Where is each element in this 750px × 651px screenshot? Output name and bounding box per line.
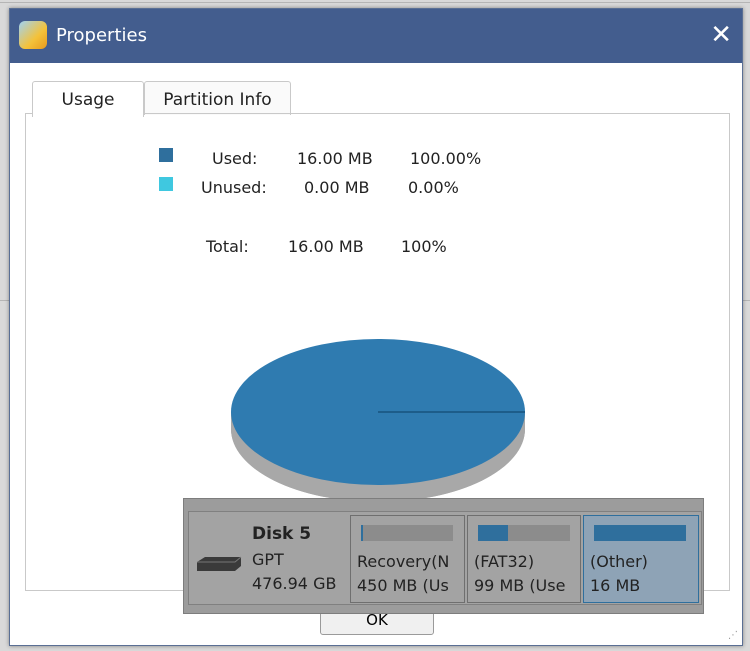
tab-partition-info[interactable]: Partition Info [144,81,291,115]
used-label: Used: [212,149,258,168]
disk-name: Disk 5 [252,524,312,544]
used-percent: 100.00% [410,149,482,168]
unused-percent: 0.00% [408,178,459,197]
partition-other[interactable]: (Other) 16 MB [583,515,699,603]
partition-name: Recovery(N [357,552,450,571]
partition-fat32[interactable]: (FAT32) 99 MB (Use [467,515,581,603]
unused-swatch [159,177,173,191]
disk-type: GPT [252,550,284,569]
close-icon[interactable]: ✕ [710,20,732,50]
partition-size: 450 MB (Us [357,576,449,595]
disk-size: 476.94 GB [252,574,337,593]
usage-bar-fill [478,525,509,541]
hard-drive-icon [197,556,242,571]
partition-name: (Other) [590,552,648,571]
background-row [0,2,750,3]
total-label: Total: [206,237,249,256]
app-icon [19,21,47,49]
unused-label: Unused: [201,178,267,197]
disk-map-overlay: Disk 5 GPT 476.94 GB Recovery(N 450 MB (… [183,498,704,614]
used-size: 16.00 MB [297,149,373,168]
tab-usage[interactable]: Usage [32,81,144,117]
total-size: 16.00 MB [288,237,364,256]
partition-name: (FAT32) [474,552,535,571]
partition-size: 16 MB [590,576,641,595]
partition-recovery[interactable]: Recovery(N 450 MB (Us [350,515,465,603]
usage-pie-chart [231,339,525,502]
usage-bar [361,525,453,541]
usage-bar [594,525,686,541]
usage-bar-fill [594,525,686,541]
title-bar: Properties ✕ [10,9,742,63]
total-percent: 100% [401,237,447,256]
usage-bar-fill [361,525,363,541]
window-title: Properties [56,25,147,46]
partition-size: 99 MB (Use [474,576,566,595]
resize-grip[interactable]: ⋰ [728,630,738,641]
usage-bar [478,525,570,541]
unused-size: 0.00 MB [304,178,370,197]
used-swatch [159,148,173,162]
disk-row[interactable]: Disk 5 GPT 476.94 GB Recovery(N 450 MB (… [188,511,702,605]
